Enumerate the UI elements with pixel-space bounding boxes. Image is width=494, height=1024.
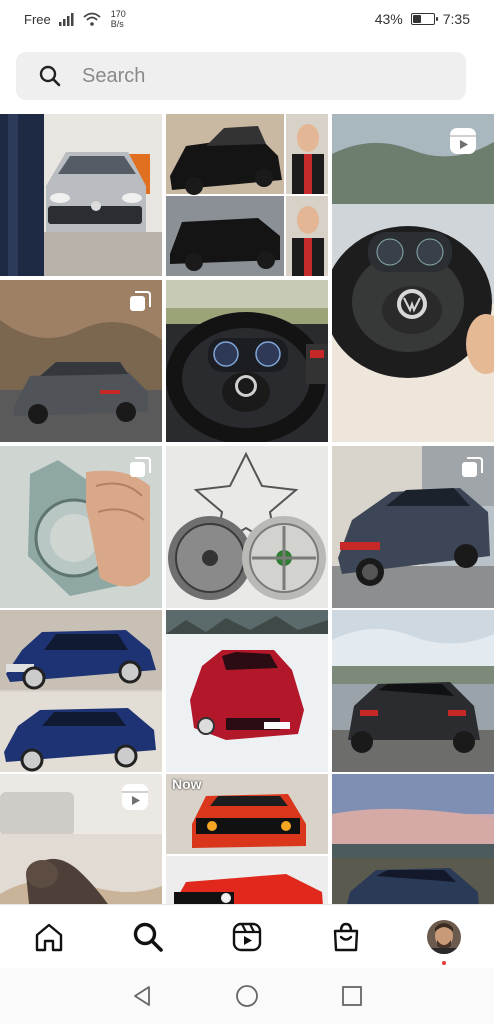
post-tile-bmw-snow[interactable] [166, 610, 328, 772]
post-tile-golf-lowered[interactable] [332, 610, 494, 772]
speed-unit: B/s [110, 19, 124, 29]
nav-search-button[interactable] [130, 919, 166, 955]
bottom-navigation [0, 904, 494, 969]
shop-icon [333, 922, 359, 952]
speed-value: 170 [110, 9, 126, 19]
battery-percent: 43% [374, 11, 403, 27]
search-bar[interactable] [16, 52, 466, 100]
network-speed: 170 B/s [111, 9, 126, 29]
post-tile-grey-golf-rocks[interactable] [0, 280, 162, 442]
post-tile-golf-garage[interactable] [0, 114, 162, 276]
wifi-icon [83, 12, 101, 26]
explore-grid: Now [0, 114, 494, 904]
post-tile-fiesta-sunset[interactable] [332, 774, 494, 904]
bmw-e36-thumbnail [0, 610, 162, 772]
carrier-label: Free [24, 11, 51, 27]
status-bar: Free 170 B/s 43% 7:35 [0, 0, 494, 40]
signal-icon [58, 13, 74, 26]
nav-reels-button[interactable] [229, 919, 265, 955]
bmw-snow-thumbnail [166, 610, 328, 772]
wheels-thumbnail [166, 446, 328, 608]
battery-level-fill [412, 15, 421, 23]
system-navigation-bar [0, 968, 494, 1024]
post-tile-dog-reel[interactable] [0, 774, 162, 904]
nav-home-button[interactable] [31, 919, 67, 955]
golf-collage-thumbnail [166, 114, 328, 276]
home-circle-icon[interactable] [235, 984, 259, 1008]
fiesta-sunset-thumbnail [332, 774, 494, 904]
search-input[interactable] [80, 63, 424, 89]
home-icon [35, 923, 63, 952]
profile-avatar [427, 920, 461, 954]
carousel-icon [130, 457, 151, 477]
post-tile-golf-cockpit[interactable] [166, 280, 328, 442]
reels-icon [232, 922, 262, 952]
back-icon[interactable] [130, 984, 154, 1008]
clock: 7:35 [442, 11, 470, 27]
steering-wheel-reel-thumbnail [332, 114, 494, 442]
carousel-icon [130, 291, 151, 311]
reels-icon [122, 784, 148, 810]
recents-icon[interactable] [340, 984, 364, 1008]
notification-dot [442, 961, 446, 965]
search-icon [39, 65, 61, 87]
post-tile-wheels[interactable] [166, 446, 328, 608]
golf-garage-thumbnail [0, 114, 162, 276]
battery-icon [410, 13, 438, 25]
post-tile-metal-art[interactable] [0, 446, 162, 608]
golf-cockpit-thumbnail [166, 280, 328, 442]
carousel-icon [462, 457, 483, 477]
post-tile-steering-reel[interactable] [332, 114, 494, 442]
reels-icon [450, 128, 476, 154]
post-tile-golf-gti[interactable] [332, 446, 494, 608]
post-tile-challenger[interactable]: Now [166, 774, 328, 904]
golf-lowered-thumbnail [332, 610, 494, 772]
post-tile-golf-collage[interactable] [166, 114, 328, 276]
post-tile-bmw-e36[interactable] [0, 610, 162, 772]
search-icon [133, 922, 163, 952]
challenger-thumbnail [166, 774, 328, 904]
nav-profile-button[interactable] [426, 919, 462, 955]
now-overlay-text: Now [172, 776, 202, 792]
nav-shop-button[interactable] [328, 919, 364, 955]
